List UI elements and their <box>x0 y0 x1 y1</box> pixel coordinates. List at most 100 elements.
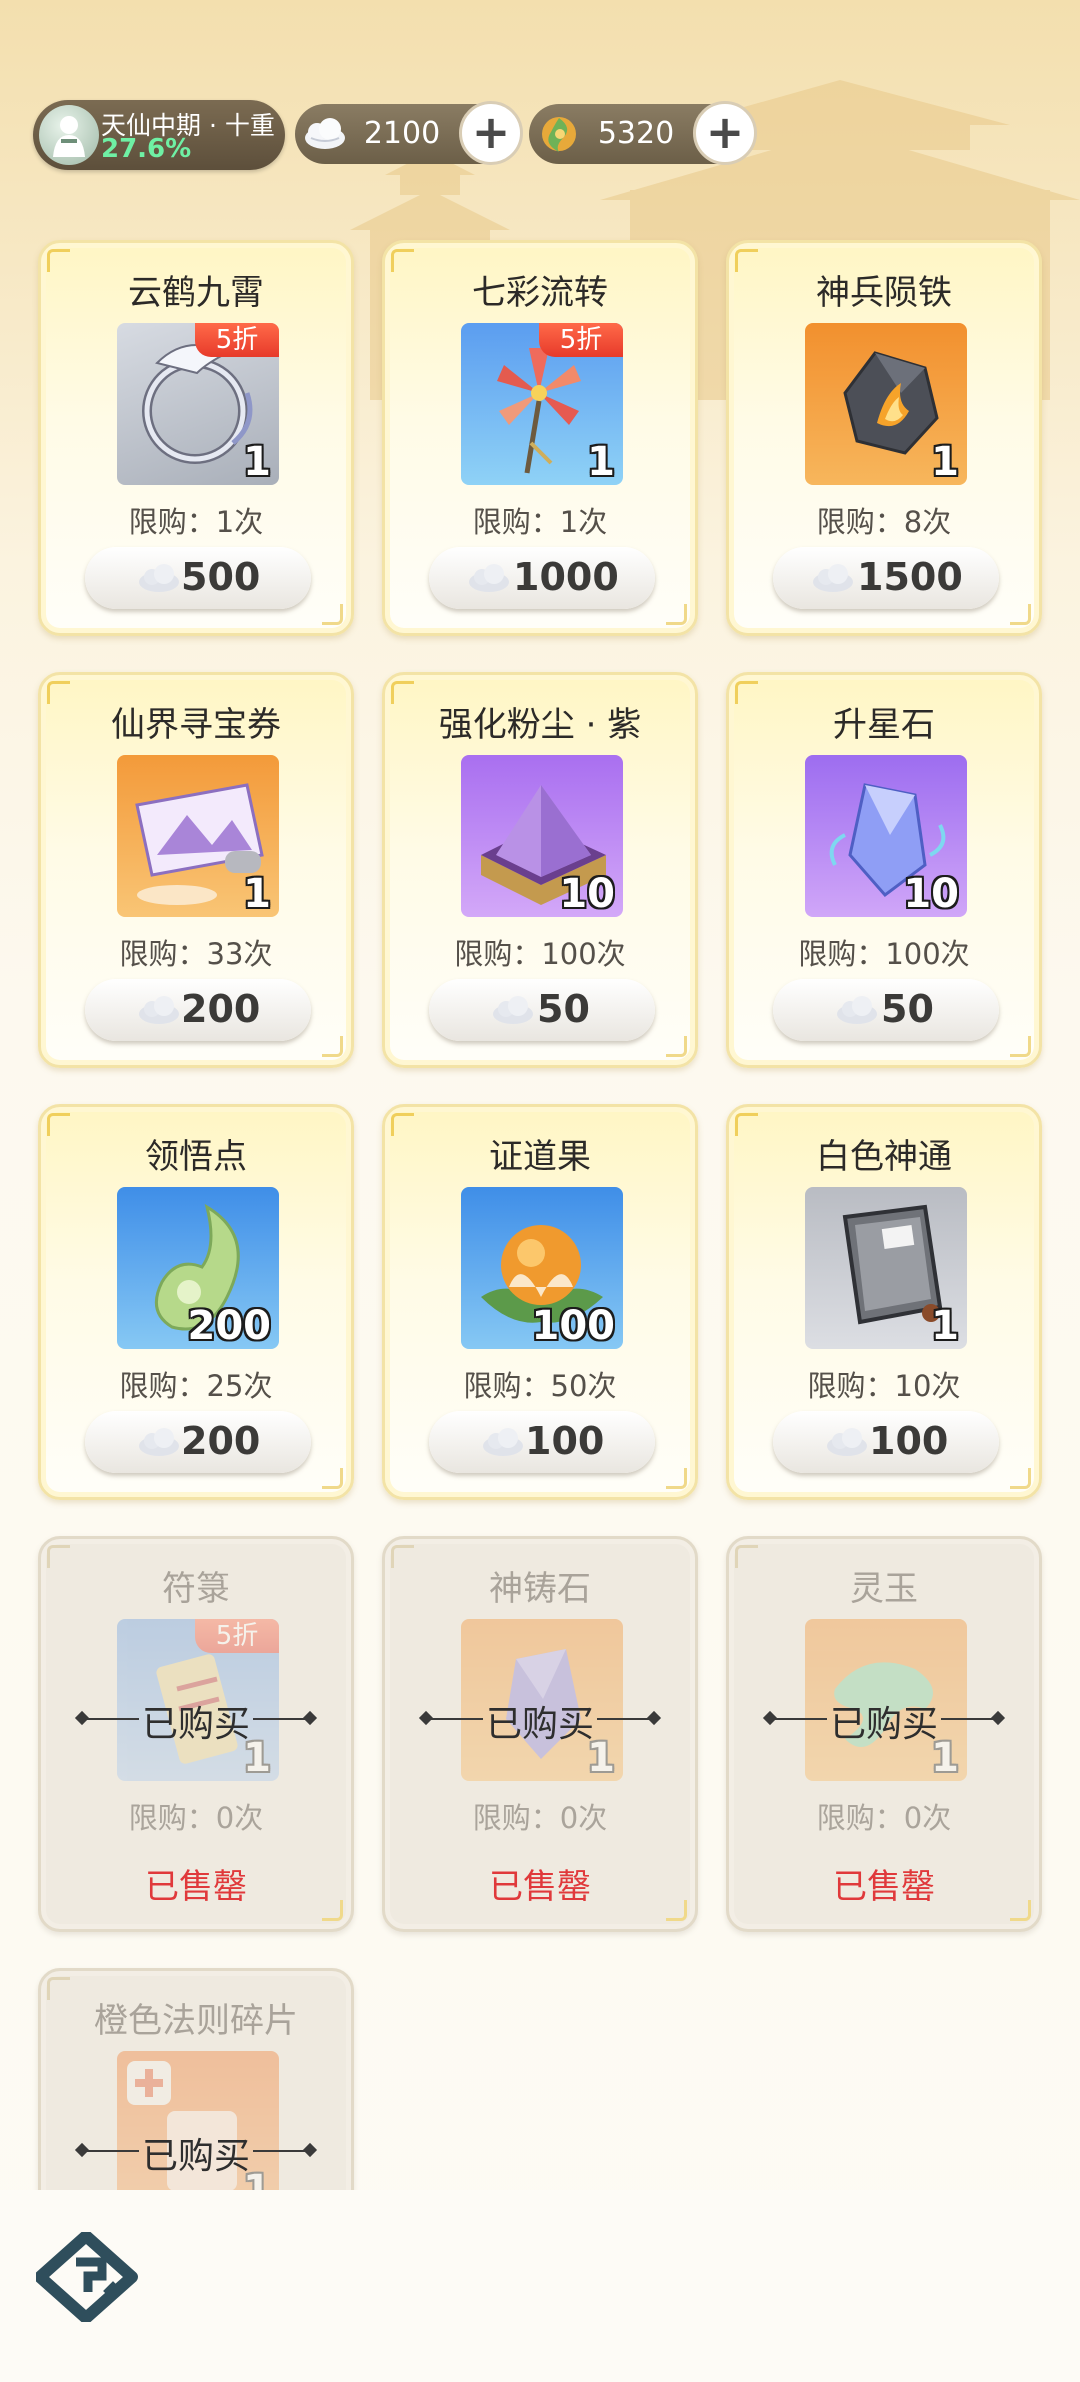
purchased-overlay: 已购买 <box>71 2121 321 2181</box>
shop-card-forge-stone: 神铸石 1 已购买 限购：0次 已售罄 <box>382 1536 698 1932</box>
purchased-label: 已购买 <box>141 2136 250 2177</box>
shop-card-star-stone[interactable]: 升星石 10 限购：100次 50 <box>726 672 1042 1068</box>
add-spirit-essence-button[interactable]: + <box>693 101 757 165</box>
item-name: 强化粉尘 · 紫 <box>438 705 642 745</box>
buy-button[interactable]: 200 <box>85 979 311 1041</box>
item-name: 神铸石 <box>489 1569 591 1609</box>
cloud-coin-icon <box>139 996 179 1024</box>
item-name: 神兵陨铁 <box>816 273 952 313</box>
cloud-coin-icon <box>813 564 853 592</box>
item-image: 5折 1 <box>117 323 279 485</box>
shop-card-rainbow-pinwheel[interactable]: 七彩流转 5折 1 限购：1次 1000 <box>382 240 698 636</box>
purchase-limit: 限购：33次 <box>119 937 273 971</box>
item-image: 1 <box>805 1187 967 1349</box>
item-image: 5折 1 <box>461 323 623 485</box>
spirit-essence-icon <box>542 117 576 152</box>
soldout-label: 已售罄 <box>145 1867 247 1907</box>
shop-card-meteor-iron[interactable]: 神兵陨铁 1 限购：8次 1500 <box>726 240 1042 636</box>
buy-button[interactable]: 1000 <box>429 547 655 609</box>
shop-card-cloud-crane[interactable]: 云鹤九霄 5折 1 限购：1次 500 <box>38 240 354 636</box>
item-name: 升星石 <box>833 705 935 745</box>
purchase-limit: 限购：10次 <box>807 1369 961 1403</box>
item-name: 七彩流转 <box>472 273 608 313</box>
purchase-limit: 限购：8次 <box>816 505 952 539</box>
item-quantity: 10 <box>559 871 615 917</box>
realm-badge[interactable]: 天仙中期 · 十重 27.6% <box>33 100 285 170</box>
discount-badge: 5折 <box>195 323 279 357</box>
price-value: 200 <box>181 987 261 1031</box>
price-value: 100 <box>525 1419 605 1463</box>
buy-button[interactable]: 50 <box>429 979 655 1041</box>
shop-card-treasure-ticket[interactable]: 仙界寻宝券 1 限购：33次 200 <box>38 672 354 1068</box>
add-cloud-coin-button[interactable]: + <box>459 101 523 165</box>
shop-card-purple-dust[interactable]: 强化粉尘 · 紫 10 限购：100次 50 <box>382 672 698 1068</box>
shop-card-white-skill[interactable]: 白色神通 1 限购：10次 100 <box>726 1104 1042 1500</box>
buy-button[interactable]: 100 <box>429 1411 655 1473</box>
buy-button[interactable]: 100 <box>773 1411 999 1473</box>
price-value: 200 <box>181 1419 261 1463</box>
item-name: 领悟点 <box>145 1137 247 1177</box>
price-value: 1500 <box>857 555 963 599</box>
realm-progress: 27.6% <box>101 134 192 164</box>
cloud-coin-icon <box>483 1428 523 1456</box>
item-image: 10 <box>805 755 967 917</box>
purchase-limit: 限购：100次 <box>454 937 626 971</box>
buy-button[interactable]: 50 <box>773 979 999 1041</box>
spirit-essence-counter: 5320 + <box>529 101 757 165</box>
soldout-label: 已售罄 <box>833 1867 935 1907</box>
purchase-limit: 限购：1次 <box>128 505 264 539</box>
purchased-overlay: 已购买 <box>415 1689 665 1749</box>
cloud-coin-icon <box>305 118 345 149</box>
shop-card-insight-point[interactable]: 领悟点 200 限购：25次 200 <box>38 1104 354 1500</box>
price-value: 500 <box>181 555 261 599</box>
purchase-limit: 限购：0次 <box>816 1801 952 1835</box>
item-name: 仙界寻宝券 <box>111 705 281 745</box>
game-logo-icon <box>36 2232 138 2322</box>
purchased-label: 已购买 <box>485 1704 594 1745</box>
price-value: 50 <box>881 987 934 1031</box>
purchased-overlay: 已购买 <box>71 1689 321 1749</box>
buy-button[interactable]: 500 <box>85 547 311 609</box>
price-value: 50 <box>537 987 590 1031</box>
shop-card-spirit-jade: 灵玉 1 已购买 限购：0次 已售罄 <box>726 1536 1042 1932</box>
shop-card-dao-fruit[interactable]: 证道果 100 限购：50次 100 <box>382 1104 698 1500</box>
item-quantity: 1 <box>931 439 959 485</box>
bottom-panel <box>0 2190 1080 2382</box>
cloud-coin-icon <box>493 996 533 1024</box>
item-image: 200 <box>117 1187 279 1349</box>
purchased-label: 已购买 <box>829 1704 938 1745</box>
item-name: 灵玉 <box>850 1569 918 1609</box>
item-image: 1 <box>117 755 279 917</box>
buy-button[interactable]: 1500 <box>773 547 999 609</box>
purchase-limit: 限购：100次 <box>798 937 970 971</box>
buy-button[interactable]: 200 <box>85 1411 311 1473</box>
cloud-coin-icon <box>139 564 179 592</box>
price-value: 1000 <box>513 555 619 599</box>
shop-card-talisman: 符箓 5折 1 已购买 限购：0次 已售罄 <box>38 1536 354 1932</box>
item-quantity: 200 <box>187 1303 272 1349</box>
item-quantity: 1 <box>931 1303 959 1349</box>
cloud-coin-amount: 2100 <box>363 116 441 151</box>
cloud-coin-icon <box>837 996 877 1024</box>
cloud-coin-icon <box>139 1428 179 1456</box>
item-name: 云鹤九霄 <box>128 273 264 313</box>
item-quantity: 10 <box>903 871 959 917</box>
item-name: 白色神通 <box>816 1137 952 1177</box>
purchased-label: 已购买 <box>141 1704 250 1745</box>
spirit-essence-amount: 5320 <box>597 116 675 151</box>
item-quantity: 100 <box>531 1303 616 1349</box>
immortal-avatar-icon <box>39 105 99 165</box>
discount-badge: 5折 <box>539 323 623 357</box>
item-image: 100 <box>461 1187 623 1349</box>
purchase-limit: 限购：25次 <box>119 1369 273 1403</box>
cloud-coin-counter: 2100 + <box>295 101 523 165</box>
item-name: 证道果 <box>489 1137 591 1177</box>
purchased-overlay: 已购买 <box>759 1689 1009 1749</box>
item-name: 符箓 <box>162 1569 230 1609</box>
item-name: 橙色法则碎片 <box>94 2001 298 2041</box>
item-image: 10 <box>461 755 623 917</box>
discount-badge: 5折 <box>195 1619 279 1653</box>
item-quantity: 1 <box>243 871 271 917</box>
cloud-coin-icon <box>469 564 509 592</box>
soldout-label: 已售罄 <box>489 1867 591 1907</box>
